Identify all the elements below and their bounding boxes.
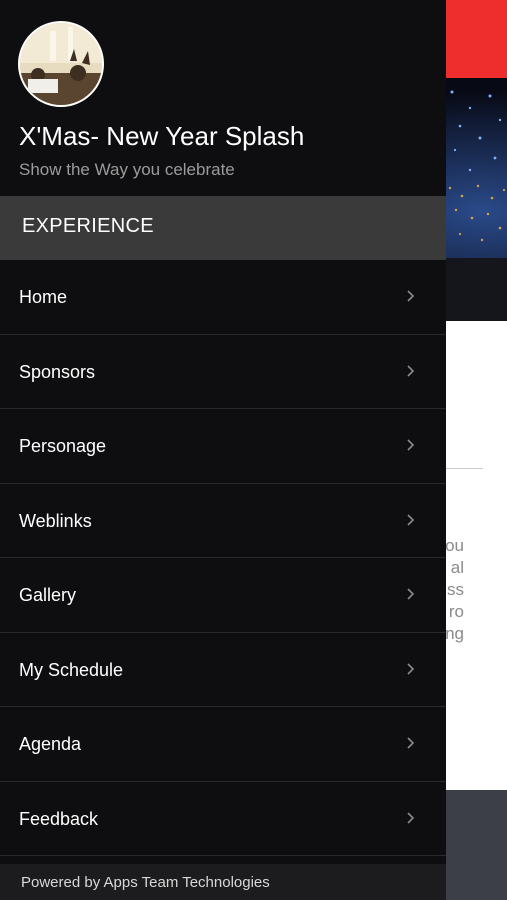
menu-item-label: Agenda	[19, 734, 82, 754]
menu-item-gallery[interactable]: Gallery	[0, 558, 446, 633]
menu-item-label: Personage	[19, 436, 107, 456]
section-header: EXPERIENCE	[0, 196, 446, 260]
chevron-right-icon	[407, 662, 415, 675]
menu-item-home[interactable]: Home	[0, 260, 446, 335]
chevron-right-icon	[407, 439, 415, 451]
chevron-right-icon	[407, 513, 415, 526]
menu-item-feedback[interactable]: Feedback	[0, 782, 446, 856]
chevron-right-icon	[407, 811, 415, 824]
menu-item-label: Gallery	[19, 585, 77, 605]
drawer-menu: Home Sponsors Personage Weblinks Gallery…	[0, 260, 446, 856]
menu-item-label: Feedback	[19, 808, 99, 829]
chevron-right-icon	[407, 588, 415, 600]
menu-item-agenda[interactable]: Agenda	[0, 707, 446, 782]
app-avatar[interactable]	[18, 21, 104, 107]
navigation-drawer: X'Mas- New Year Splash Show the Way you …	[0, 0, 446, 900]
drawer-header: X'Mas- New Year Splash Show the Way you …	[0, 0, 446, 196]
menu-item-my-schedule[interactable]: My Schedule	[0, 633, 446, 707]
chevron-right-icon	[407, 290, 415, 302]
powered-by-text: Powered by Apps Team Technologies	[21, 874, 270, 891]
menu-item-personage[interactable]: Personage	[0, 409, 446, 484]
app-subtitle: Show the Way you celebrate	[19, 160, 235, 179]
menu-item-label: My Schedule	[19, 659, 124, 680]
chevron-right-icon	[407, 364, 415, 377]
menu-item-label: Sponsors	[19, 361, 96, 382]
section-header-label: EXPERIENCE	[22, 215, 154, 237]
menu-item-sponsors[interactable]: Sponsors	[0, 335, 446, 409]
menu-item-weblinks[interactable]: Weblinks	[0, 484, 446, 558]
powered-by-footer: Powered by Apps Team Technologies	[0, 864, 446, 900]
app-title: X'Mas- New Year Splash	[19, 121, 305, 151]
menu-item-label: Weblinks	[19, 510, 92, 531]
divider	[446, 468, 483, 469]
menu-item-label: Home	[19, 287, 68, 307]
chevron-right-icon	[407, 737, 415, 749]
